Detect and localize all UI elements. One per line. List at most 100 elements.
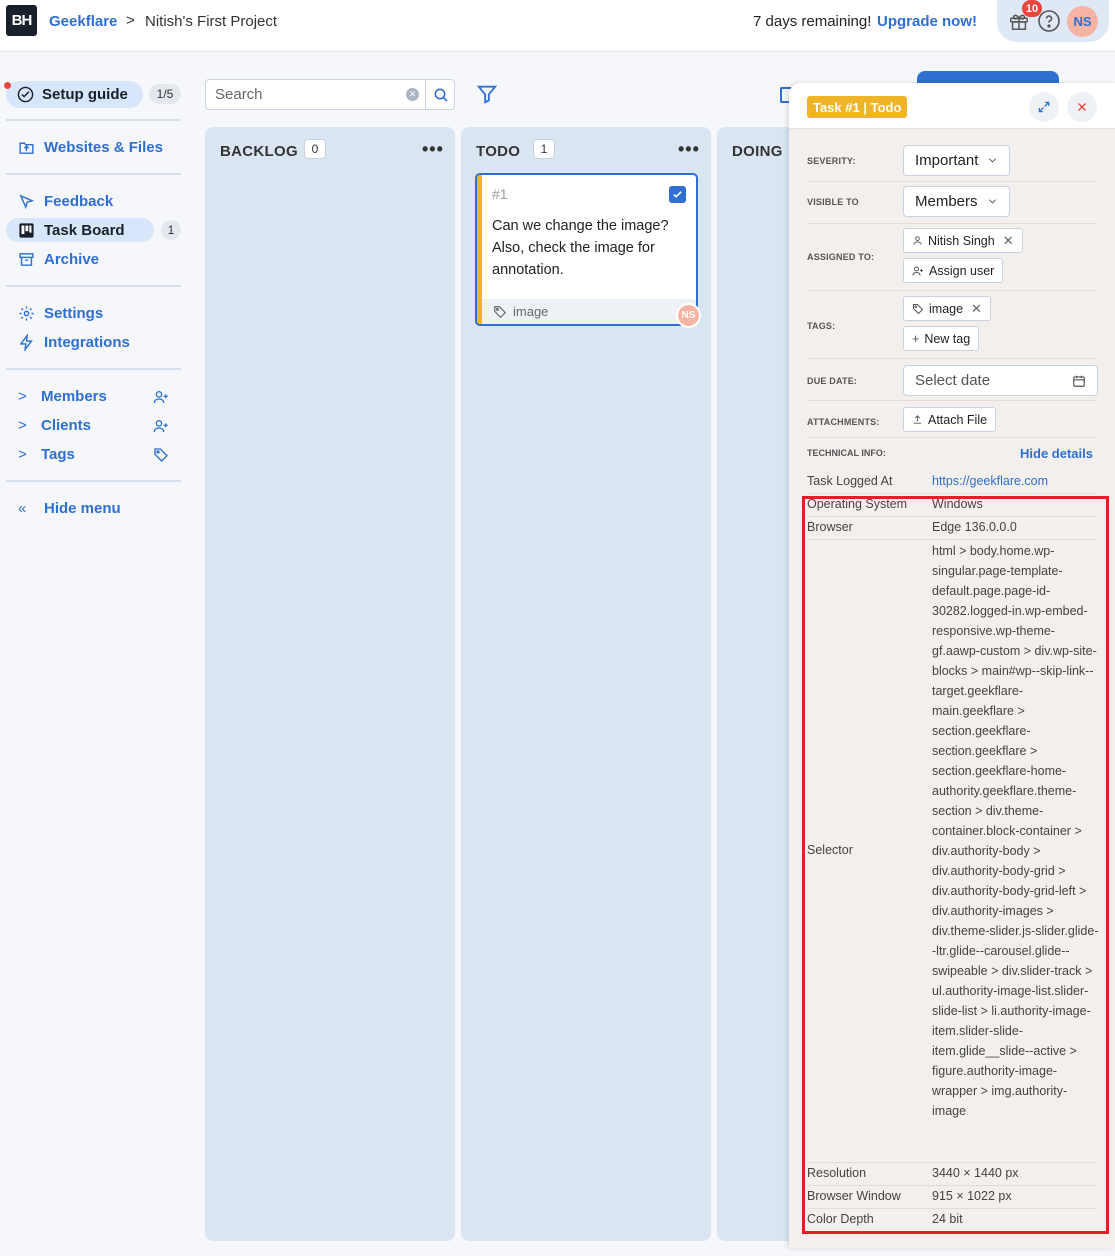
board-icon [19,222,34,238]
app-logo[interactable]: BH [6,5,37,36]
sidebar-group-label: Members [41,387,107,405]
assign-user-button[interactable]: Assign user [903,258,1004,283]
tag-icon[interactable] [153,447,169,463]
expand-icon [1038,101,1050,113]
sidebar-group-clients[interactable]: > Clients [18,414,91,436]
sidebar-group-tags[interactable]: > Tags [18,443,75,465]
tech-row-os: Operating System Windows [807,494,1097,517]
technical-info-label: TECHNICAL INFO: [807,448,886,458]
column-more-icon[interactable]: ••• [678,139,700,160]
assigned-to-row: ASSIGNED TO: Nitish Singh ✕ Assign user [807,224,1097,291]
column-title: DOING [732,143,783,160]
card-checkbox[interactable] [669,186,686,203]
tech-row-browser-window: Browser Window 915 × 1022 px [807,1186,1097,1209]
breadcrumb-separator: > [126,12,135,29]
sidebar-group-label: Tags [41,445,75,463]
severity-label: SEVERITY: [807,156,856,166]
assign-user-label: Assign user [929,263,995,278]
remove-tag-icon[interactable]: ✕ [971,301,982,317]
card-footer: image [482,299,696,324]
column-title: BACKLOG [220,143,298,160]
remove-assignee-icon[interactable]: ✕ [1003,233,1014,249]
setup-progress-badge: 1/5 [149,84,181,104]
task-logged-url[interactable]: https://geekflare.com [932,471,1100,491]
column-title: TODO [476,143,521,160]
column-count: 1 [533,139,555,159]
breadcrumb-org[interactable]: Geekflare [49,13,117,30]
tech-value: html > body.home.wp-singular.page-templa… [932,544,1099,1118]
visible-to-select[interactable]: Members [903,186,1010,217]
sidebar-group-members[interactable]: > Members [18,385,107,407]
sidebar-item-integrations[interactable]: Integrations [18,331,130,353]
tag-icon [913,303,924,314]
attachments-row: ATTACHMENTS: Attach File [807,401,1097,438]
visible-to-label: VISIBLE TO [807,197,859,207]
person-icon [913,236,922,245]
help-icon[interactable] [1037,9,1061,33]
attach-file-button[interactable]: Attach File [903,407,997,432]
plus-icon: + [912,331,920,346]
upgrade-link[interactable]: Upgrade now! [877,13,977,30]
hide-menu-label: Hide menu [44,499,121,517]
sidebar-item-feedback[interactable]: Feedback [18,190,113,212]
expand-button[interactable] [1029,92,1059,122]
sidebar-item-archive[interactable]: Archive [18,248,99,270]
due-date-placeholder: Select date [915,372,991,389]
sidebar-item-label: Archive [44,250,100,268]
assignee-name: Nitish Singh [928,233,995,248]
tech-row-logged-at: Task Logged At https://geekflare.com [807,471,1097,494]
sidebar-item-label: Feedback [44,192,114,210]
setup-guide-button[interactable]: Setup guide [6,81,143,108]
tech-key: Selector [807,843,853,857]
top-bar: BH Geekflare > Nitish's First Project 7 … [0,0,1115,52]
bolt-icon [19,333,33,351]
new-tag-button[interactable]: + New tag [903,326,980,351]
new-tag-label: New tag [924,331,971,346]
column-count: 0 [304,139,326,159]
sidebar-item-label: Websites & Files [44,138,163,156]
sidebar-item-settings[interactable]: Settings [18,302,103,324]
card-tag: image [513,304,549,319]
tag-chip[interactable]: image ✕ [903,296,991,321]
tech-key: Task Logged At [807,474,893,488]
column-more-icon[interactable]: ••• [422,139,444,160]
chevron-down-icon [989,158,997,163]
sidebar-item-websites[interactable]: Websites & Files [18,136,163,158]
due-date-label: DUE DATE: [807,376,858,386]
add-person-icon[interactable] [153,418,169,434]
tech-value: 3440 × 1440 px [932,1166,1019,1180]
search-input[interactable] [206,80,406,109]
gear-icon [19,305,34,321]
severity-row: SEVERITY: Important [807,140,1097,182]
breadcrumb-project[interactable]: Nitish's First Project [145,13,277,30]
task-card[interactable]: #1 Can we change the image? Also, check … [475,173,701,328]
severity-value: Important [915,152,979,169]
hide-details-link[interactable]: Hide details [1020,446,1093,461]
user-avatar[interactable]: NS [1067,6,1098,37]
clear-icon[interactable]: ✕ [406,88,419,101]
search-button[interactable] [425,80,455,109]
add-person-icon [912,266,923,276]
upload-icon [913,415,922,424]
tags-label: TAGS: [807,321,836,331]
tech-key: Browser Window [807,1189,901,1203]
tag-name: image [929,301,964,316]
filter-icon[interactable] [476,83,498,105]
archive-icon [19,252,34,266]
close-button[interactable] [1067,92,1097,122]
column-backlog: BACKLOG 0 ••• [205,127,455,1241]
due-date-row: DUE DATE: Select date [807,359,1098,401]
tech-value: 915 × 1022 px [932,1189,1012,1203]
tech-key: Browser [807,520,853,534]
hide-menu-button[interactable]: « Hide menu [18,497,121,519]
attach-file-label: Attach File [928,412,988,427]
add-person-icon[interactable] [153,389,169,405]
due-date-input[interactable]: Select date [903,365,1098,396]
assignee-chip[interactable]: Nitish Singh ✕ [903,228,1023,253]
visible-to-value: Members [915,193,978,210]
severity-select[interactable]: Important [903,145,1011,176]
tech-row-color-depth: Color Depth 24 bit [807,1209,1097,1232]
sidebar-item-task-board[interactable]: Task Board [6,218,154,242]
chevron-right-icon: > [18,445,27,463]
card-assignee-avatar[interactable]: NS [676,303,701,328]
